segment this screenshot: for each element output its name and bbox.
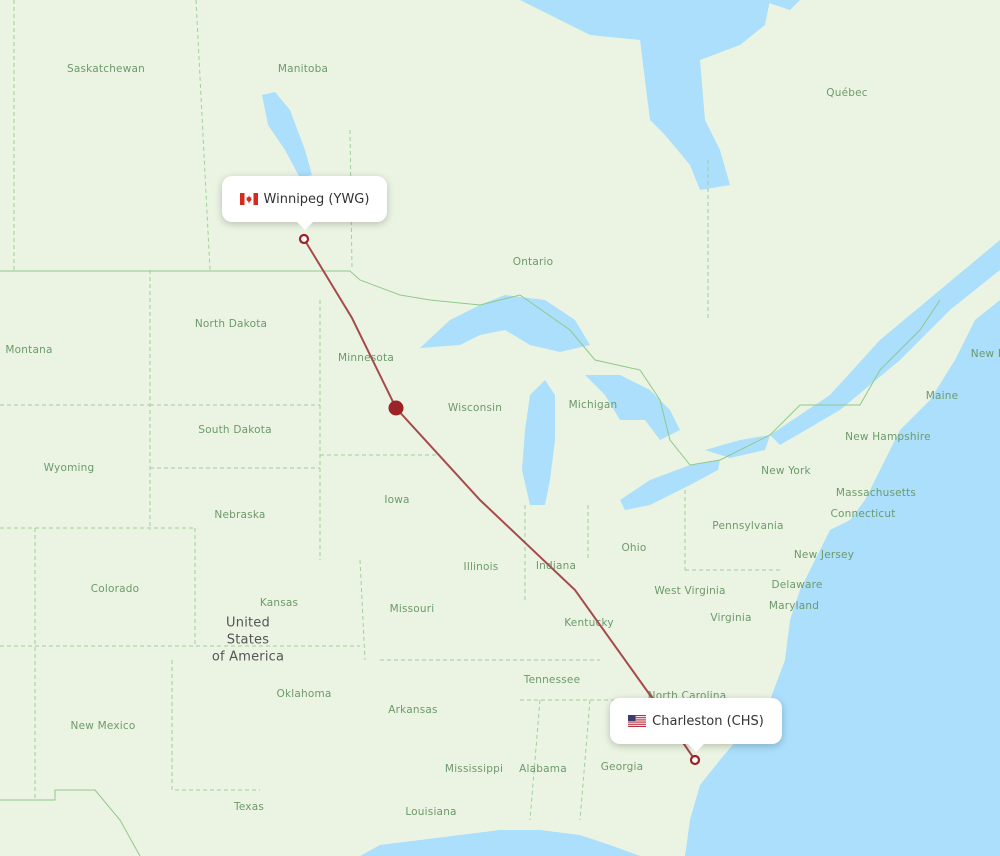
- midpoint-plane-marker: [388, 400, 404, 416]
- destination-marker: [689, 754, 701, 766]
- flight-route-line: [303, 238, 696, 761]
- origin-marker: [298, 233, 310, 245]
- usa-flag-icon: [628, 715, 647, 727]
- destination-popup[interactable]: Charleston (CHS): [610, 698, 782, 752]
- origin-popup[interactable]: Winnipeg (YWG): [222, 176, 387, 230]
- canada-flag-icon: [239, 193, 258, 205]
- route-layer: [298, 233, 701, 766]
- origin-label: Winnipeg (YWG): [263, 191, 370, 207]
- destination-label: Charleston (CHS): [652, 713, 764, 729]
- map-canvas[interactable]: Saskatchewan Manitoba Québec Ontario Nor…: [0, 0, 1000, 856]
